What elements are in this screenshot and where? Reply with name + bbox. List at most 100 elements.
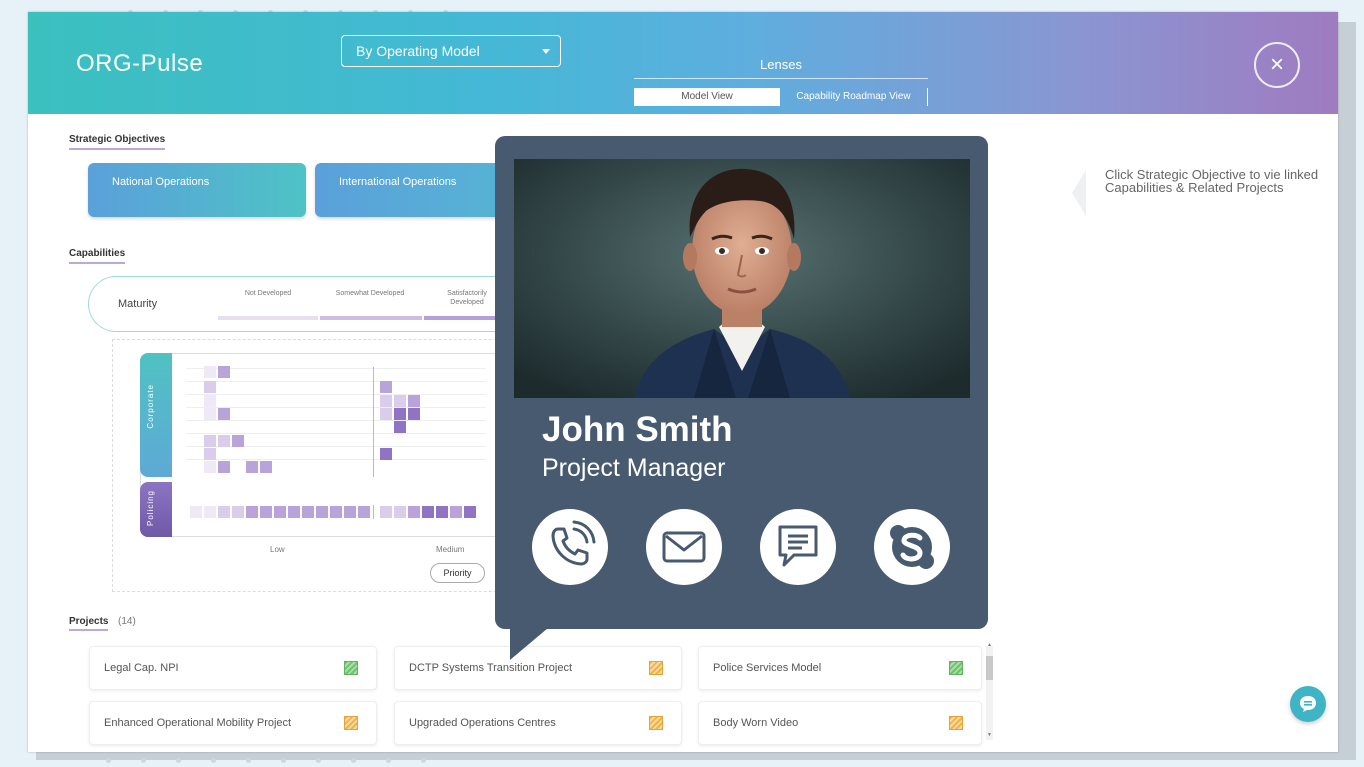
capability-cell[interactable] [218,435,230,447]
capability-cell[interactable] [204,366,216,378]
row-gridline [186,407,486,408]
capability-cell[interactable] [408,395,420,407]
message-button[interactable] [760,509,836,585]
capability-cell[interactable] [436,506,448,518]
row-gridline [186,381,486,382]
capability-cell[interactable] [246,506,258,518]
project-card[interactable]: Upgraded Operations Centres [394,701,682,745]
capability-cell[interactable] [204,408,216,420]
column-divider [373,367,374,477]
capability-cell[interactable] [394,395,406,407]
project-card[interactable]: Police Services Model [698,646,982,690]
status-flag-icon [949,661,963,675]
capabilities-title: Capabilities [69,248,126,264]
group-tab-corporate[interactable] [140,353,172,477]
skype-icon [890,525,934,569]
project-card[interactable]: DCTP Systems Transition Project [394,646,682,690]
group-label-corporate: Corporate [146,384,155,429]
capability-cell[interactable] [204,381,216,393]
capability-cell[interactable] [204,461,216,473]
project-name: Enhanced Operational Mobility Project [104,717,292,729]
capability-cell[interactable] [190,506,202,518]
capability-cell[interactable] [464,506,476,518]
capability-cell[interactable] [288,506,300,518]
decorative-dots-bottom [106,758,426,763]
capability-cell[interactable] [344,506,356,518]
capability-cell[interactable] [218,461,230,473]
capability-cell[interactable] [330,506,342,518]
capability-cell[interactable] [260,506,272,518]
scroll-down-icon[interactable]: ▼ [987,732,992,738]
row-marker-icon [175,442,183,450]
project-name: Police Services Model [713,662,822,674]
row-marker-icon [175,403,183,411]
capability-cell[interactable] [274,506,286,518]
capability-cell[interactable] [394,421,406,433]
close-icon[interactable]: × [1254,42,1300,88]
maturity-bar-satisfactorily-developed [424,316,496,320]
capability-cell[interactable] [358,506,370,518]
priority-axis-medium: Medium [436,545,465,554]
row-marker-icon [175,390,183,398]
row-gridline [186,368,486,369]
capability-cell[interactable] [218,408,230,420]
chat-button[interactable] [1290,686,1326,722]
capability-cell[interactable] [204,506,216,518]
capability-cell[interactable] [204,395,216,407]
capability-cell[interactable] [408,506,420,518]
tab-capability-roadmap-view[interactable]: Capability Roadmap View [780,88,928,106]
tab-model-view[interactable]: Model View [634,88,780,106]
capability-cell[interactable] [380,381,392,393]
project-name: Legal Cap. NPI [104,662,179,674]
capability-cell[interactable] [204,435,216,447]
capability-cell[interactable] [316,506,328,518]
group-tab-policing[interactable] [140,482,172,537]
capability-cell[interactable] [380,448,392,460]
row-marker-icon [175,429,183,437]
maturity-bar-somewhat-developed [320,316,422,320]
capability-cell[interactable] [204,448,216,460]
view-select[interactable]: By Operating Model [341,35,561,67]
capability-cell[interactable] [380,408,392,420]
projects-title: Projects [69,616,109,631]
projects-count: (14) [118,616,136,627]
capability-cell[interactable] [408,408,420,420]
capability-cell[interactable] [218,366,230,378]
status-flag-icon [344,661,358,675]
strategic-objectives-title: Strategic Objectives [69,134,166,150]
capability-cell[interactable] [450,506,462,518]
mail-icon [662,531,706,563]
skype-button[interactable] [874,509,950,585]
objective-card-national[interactable]: National Operations [88,163,306,217]
maturity-level-satisfactorily-developed: Satisfactorily Developed [447,290,487,306]
capability-cell[interactable] [232,506,244,518]
scroll-up-icon[interactable]: ▲ [987,642,992,648]
email-button[interactable] [646,509,722,585]
capability-cell[interactable] [394,506,406,518]
capability-cell[interactable] [302,506,314,518]
objective-card-international[interactable]: International Operations [315,163,515,217]
project-card[interactable]: Legal Cap. NPI [89,646,377,690]
status-flag-icon [344,716,358,730]
capability-cell[interactable] [232,435,244,447]
chevron-down-icon [542,49,550,54]
row-marker-icon [175,509,183,517]
capability-cell[interactable] [394,408,406,420]
capability-cell[interactable] [422,506,434,518]
capability-cell[interactable] [380,506,392,518]
capability-cell[interactable] [260,461,272,473]
project-card[interactable]: Enhanced Operational Mobility Project [89,701,377,745]
maturity-bar-not-developed [218,316,318,320]
capability-cell[interactable] [246,461,258,473]
status-flag-icon [649,716,663,730]
capability-cell[interactable] [380,395,392,407]
projects-scrollbar-thumb[interactable] [986,656,993,680]
call-button[interactable] [532,509,608,585]
row-gridline [186,433,486,434]
row-gridline [186,420,486,421]
row-gridline [186,446,486,447]
row-marker-icon [175,364,183,372]
project-card[interactable]: Body Worn Video [698,701,982,745]
hint-text: Click Strategic Objective to vie linked … [1105,167,1319,195]
capability-cell[interactable] [218,506,230,518]
